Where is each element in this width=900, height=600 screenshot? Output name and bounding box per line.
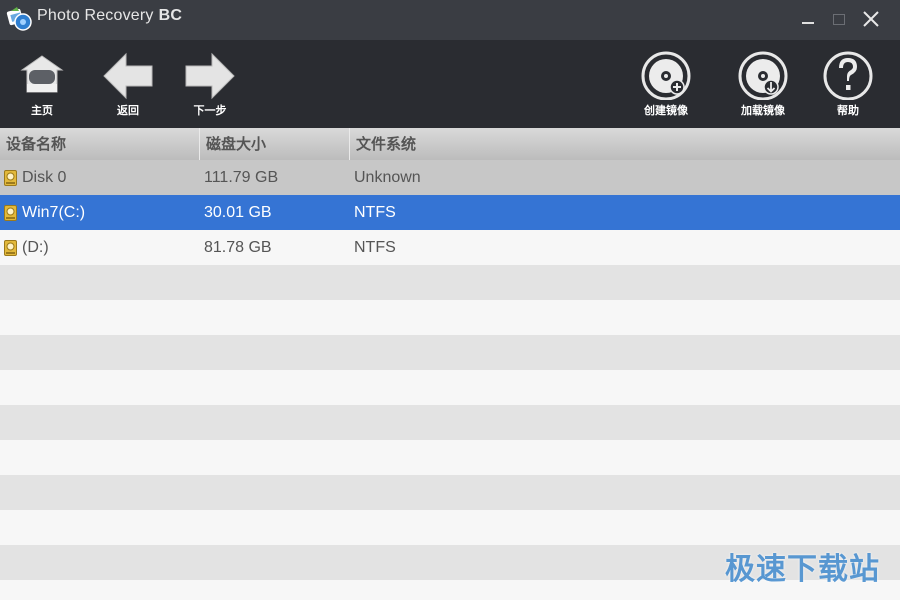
table-header: 设备名称 磁盘大小 文件系统 bbox=[0, 128, 900, 161]
next-label: 下一步 bbox=[193, 104, 227, 117]
device-name-cell: Win7(C:) bbox=[22, 204, 86, 221]
file-system-cell: Unknown bbox=[354, 169, 421, 186]
empty-row bbox=[0, 440, 900, 475]
window-title: Photo Recovery BC bbox=[37, 7, 182, 25]
disc-add-icon bbox=[641, 51, 691, 100]
table-row-selected[interactable]: Win7(C:) 30.01 GB NTFS bbox=[0, 195, 900, 230]
device-name-cell: Disk 0 bbox=[22, 169, 67, 186]
empty-row bbox=[0, 475, 900, 510]
disk-size-cell: 81.78 GB bbox=[204, 239, 272, 256]
table-row[interactable]: Disk 0 111.79 GB Unknown bbox=[0, 160, 900, 195]
empty-row bbox=[0, 405, 900, 440]
load-image-label: 加载镜像 bbox=[741, 104, 785, 117]
disk-size-cell: 30.01 GB bbox=[204, 204, 272, 221]
watermark-text: 极速下载站 bbox=[725, 552, 880, 587]
column-header-file-system[interactable]: 文件系统 bbox=[350, 128, 900, 160]
column-header-device-name[interactable]: 设备名称 bbox=[0, 128, 200, 160]
home-button[interactable]: 主页 bbox=[14, 40, 70, 128]
toolbar: 主页 返回 下一步 创建镜像 加载镜像 帮助 bbox=[0, 40, 900, 128]
device-name-cell: (D:) bbox=[22, 239, 49, 256]
back-label: 返回 bbox=[117, 104, 139, 117]
help-label: 帮助 bbox=[837, 104, 859, 117]
back-button[interactable]: 返回 bbox=[100, 40, 156, 128]
title-bar: Photo Recovery BC bbox=[0, 0, 900, 40]
load-image-button[interactable]: 加载镜像 bbox=[733, 40, 793, 128]
empty-row bbox=[0, 300, 900, 335]
close-icon[interactable] bbox=[860, 8, 882, 30]
file-system-cell: NTFS bbox=[354, 204, 396, 221]
hard-disk-icon bbox=[4, 170, 17, 186]
next-button[interactable]: 下一步 bbox=[182, 40, 238, 128]
column-header-disk-size[interactable]: 磁盘大小 bbox=[200, 128, 350, 160]
table-row[interactable]: (D:) 81.78 GB NTFS bbox=[0, 230, 900, 265]
home-icon bbox=[20, 55, 64, 93]
create-image-button[interactable]: 创建镜像 bbox=[636, 40, 696, 128]
device-table: 设备名称 磁盘大小 文件系统 Disk 0 111.79 GB Unknown … bbox=[0, 128, 900, 600]
window-title-text: Photo Recovery bbox=[37, 7, 154, 24]
file-system-cell: NTFS bbox=[354, 239, 396, 256]
empty-row bbox=[0, 335, 900, 370]
disc-load-icon bbox=[738, 51, 788, 100]
disk-size-cell: 111.79 GB bbox=[204, 169, 279, 186]
minimize-icon[interactable] bbox=[797, 8, 819, 30]
help-icon bbox=[823, 51, 873, 100]
home-label: 主页 bbox=[31, 104, 53, 117]
back-arrow-icon bbox=[103, 52, 153, 100]
help-button[interactable]: 帮助 bbox=[818, 40, 878, 128]
window-title-suffix: BC bbox=[158, 7, 183, 24]
hard-disk-icon bbox=[4, 205, 17, 221]
hard-disk-icon bbox=[4, 240, 17, 256]
app-logo-icon bbox=[6, 7, 32, 31]
next-arrow-icon bbox=[185, 52, 235, 100]
empty-row bbox=[0, 510, 900, 545]
maximize-icon[interactable] bbox=[828, 8, 850, 30]
empty-row bbox=[0, 265, 900, 300]
create-image-label: 创建镜像 bbox=[644, 104, 688, 117]
empty-row bbox=[0, 370, 900, 405]
